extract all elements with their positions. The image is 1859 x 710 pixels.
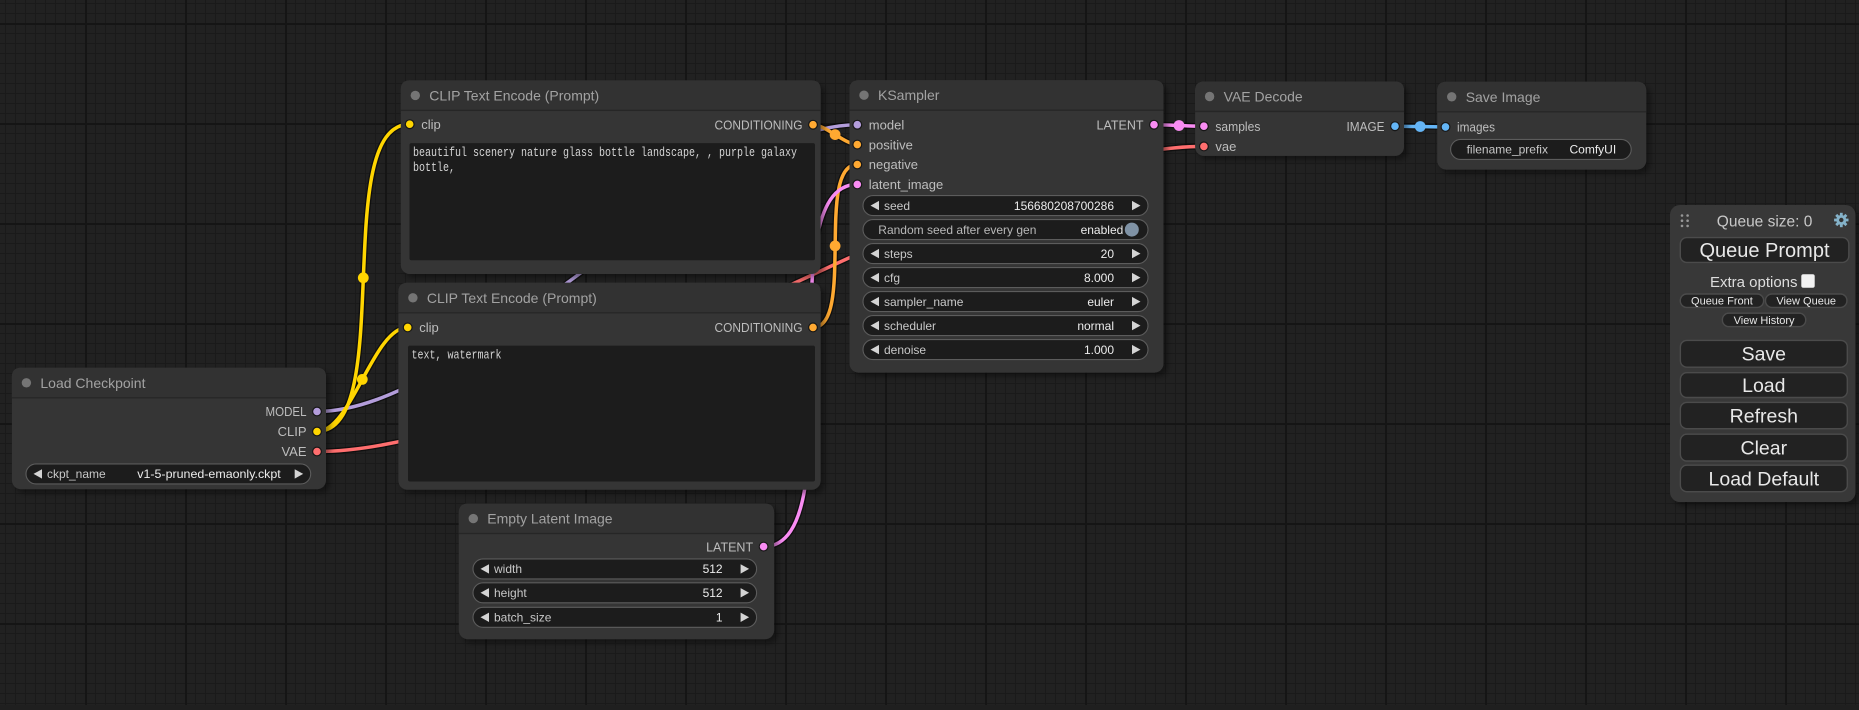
svg-text:beautiful scenery nature glass: beautiful scenery nature glass bottle la… <box>413 146 797 160</box>
svg-text:text, watermark: text, watermark <box>412 349 502 363</box>
svg-text:156680208700286: 156680208700286 <box>1014 199 1114 213</box>
svg-text:images: images <box>1457 120 1495 135</box>
svg-text:1.000: 1.000 <box>1084 343 1114 357</box>
svg-text:Random seed after every gen: Random seed after every gen <box>878 223 1036 237</box>
svg-text:Queue Prompt: Queue Prompt <box>1699 240 1830 262</box>
svg-text:CLIP Text Encode (Prompt): CLIP Text Encode (Prompt) <box>429 87 599 103</box>
svg-text:height: height <box>494 586 527 600</box>
svg-text:LATENT: LATENT <box>706 539 753 554</box>
svg-text:Load Default: Load Default <box>1709 468 1820 490</box>
svg-text:Clear: Clear <box>1740 437 1787 459</box>
svg-text:Extra options: Extra options <box>1710 274 1798 291</box>
svg-text:Save Image: Save Image <box>1466 89 1541 105</box>
svg-text:scheduler: scheduler <box>884 319 936 333</box>
svg-text:VAE Decode: VAE Decode <box>1224 89 1303 105</box>
svg-text:Load: Load <box>1742 375 1785 397</box>
svg-text:samples: samples <box>1215 119 1260 134</box>
svg-text:sampler_name: sampler_name <box>884 295 964 309</box>
svg-text:model: model <box>869 117 905 132</box>
svg-text:MODEL: MODEL <box>266 404 307 419</box>
svg-text:Empty Latent Image: Empty Latent Image <box>487 511 613 527</box>
svg-text:clip: clip <box>421 117 441 132</box>
svg-text:IMAGE: IMAGE <box>1347 119 1385 134</box>
svg-text:enabled: enabled <box>1081 223 1124 237</box>
svg-text:denoise: denoise <box>884 343 926 357</box>
svg-text:Queue size: 0: Queue size: 0 <box>1717 214 1813 231</box>
svg-text:euler: euler <box>1087 295 1114 309</box>
svg-text:clip: clip <box>419 320 439 335</box>
svg-text:Load Checkpoint: Load Checkpoint <box>40 375 145 391</box>
svg-text:steps: steps <box>884 247 913 261</box>
svg-text:VAE: VAE <box>281 444 306 459</box>
svg-text:CLIP: CLIP <box>278 424 307 439</box>
svg-text:ComfyUI: ComfyUI <box>1570 143 1617 157</box>
svg-text:v1-5-pruned-emaonly.ckpt: v1-5-pruned-emaonly.ckpt <box>137 467 281 481</box>
svg-text:CONDITIONING: CONDITIONING <box>715 320 803 335</box>
svg-text:Queue Front: Queue Front <box>1691 296 1753 308</box>
svg-text:Save: Save <box>1742 344 1786 366</box>
svg-text:negative: negative <box>869 157 918 172</box>
svg-text:width: width <box>493 562 522 576</box>
svg-text:ckpt_name: ckpt_name <box>47 467 106 481</box>
svg-text:20: 20 <box>1101 247 1115 261</box>
svg-text:filename_prefix: filename_prefix <box>1467 143 1548 157</box>
svg-text:batch_size: batch_size <box>494 611 552 625</box>
svg-text:positive: positive <box>869 137 913 152</box>
svg-text:latent_image: latent_image <box>869 177 943 192</box>
svg-text:LATENT: LATENT <box>1097 117 1144 132</box>
svg-text:seed: seed <box>884 199 910 213</box>
svg-text:CONDITIONING: CONDITIONING <box>715 117 803 132</box>
svg-text:View History: View History <box>1734 315 1795 327</box>
svg-text:cfg: cfg <box>884 271 900 285</box>
svg-text:8.000: 8.000 <box>1084 271 1114 285</box>
svg-text:512: 512 <box>703 586 723 600</box>
svg-text:CLIP Text Encode (Prompt): CLIP Text Encode (Prompt) <box>427 290 597 306</box>
svg-text:bottle,: bottle, <box>413 161 455 175</box>
svg-text:512: 512 <box>703 562 723 576</box>
svg-text:vae: vae <box>1215 139 1236 154</box>
svg-text:View Queue: View Queue <box>1776 296 1836 308</box>
svg-text:Refresh: Refresh <box>1730 405 1798 427</box>
svg-text:KSampler: KSampler <box>878 87 940 103</box>
svg-text:normal: normal <box>1077 319 1114 333</box>
svg-text:1: 1 <box>716 611 723 625</box>
